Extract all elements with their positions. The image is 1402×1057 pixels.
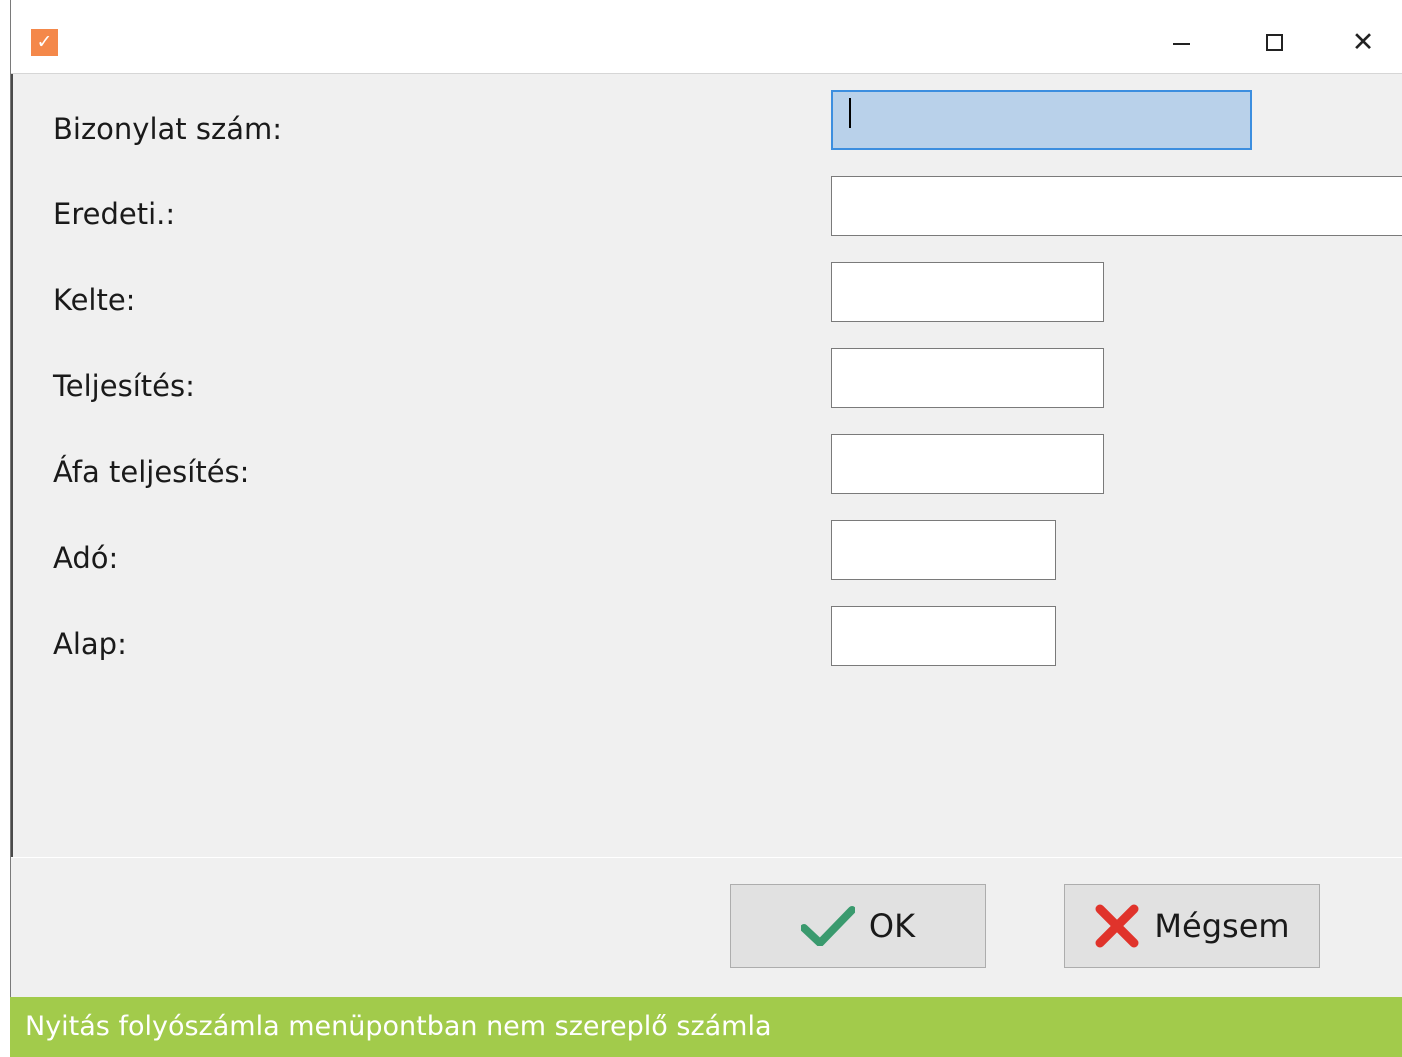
eredeti-input[interactable] [831, 176, 1402, 236]
close-button[interactable]: ✕ [1333, 20, 1393, 64]
kelte-input[interactable] [831, 262, 1104, 322]
maximize-icon [1265, 33, 1283, 51]
alap-input[interactable] [831, 606, 1056, 666]
label-bizonylat-szam: Bizonylat szám: [53, 112, 282, 146]
label-eredeti: Eredeti.: [53, 197, 176, 231]
bizonylat-szam-input[interactable] [831, 90, 1252, 150]
title-bar[interactable]: ✓ ✕ [11, 0, 1402, 74]
label-teljesites: Teljesítés: [53, 369, 195, 403]
ok-button[interactable]: OK [730, 884, 986, 968]
checkmark-icon [800, 906, 855, 946]
label-ado: Adó: [53, 541, 119, 575]
label-kelte: Kelte: [53, 283, 136, 317]
text-caret [849, 98, 851, 128]
label-alap: Alap: [53, 627, 127, 661]
checkmark-icon: ✓ [31, 29, 58, 56]
close-x-icon [1095, 904, 1139, 948]
cancel-button[interactable]: Mégsem [1064, 884, 1320, 968]
label-afa-teljesites: Áfa teljesítés: [53, 455, 250, 489]
maximize-button[interactable] [1244, 20, 1304, 64]
ok-button-label: OK [868, 907, 916, 945]
button-bar: OK Mégsem [11, 857, 1402, 997]
dialog-window: ✓ ✕ Bizonylat szám: Eredeti.: Kelte: Tel… [10, 0, 1402, 997]
minimize-button[interactable] [1151, 20, 1211, 64]
caption-bar: Nyitás folyószámla menüpontban nem szere… [10, 997, 1402, 1057]
afa-teljesites-input[interactable] [831, 434, 1104, 494]
minimize-icon [1172, 43, 1190, 45]
close-icon: ✕ [1351, 26, 1375, 58]
cancel-button-label: Mégsem [1154, 907, 1290, 945]
form-area: Bizonylat szám: Eredeti.: Kelte: Teljesí… [11, 74, 1402, 858]
ado-input[interactable] [831, 520, 1056, 580]
teljesites-input[interactable] [831, 348, 1104, 408]
